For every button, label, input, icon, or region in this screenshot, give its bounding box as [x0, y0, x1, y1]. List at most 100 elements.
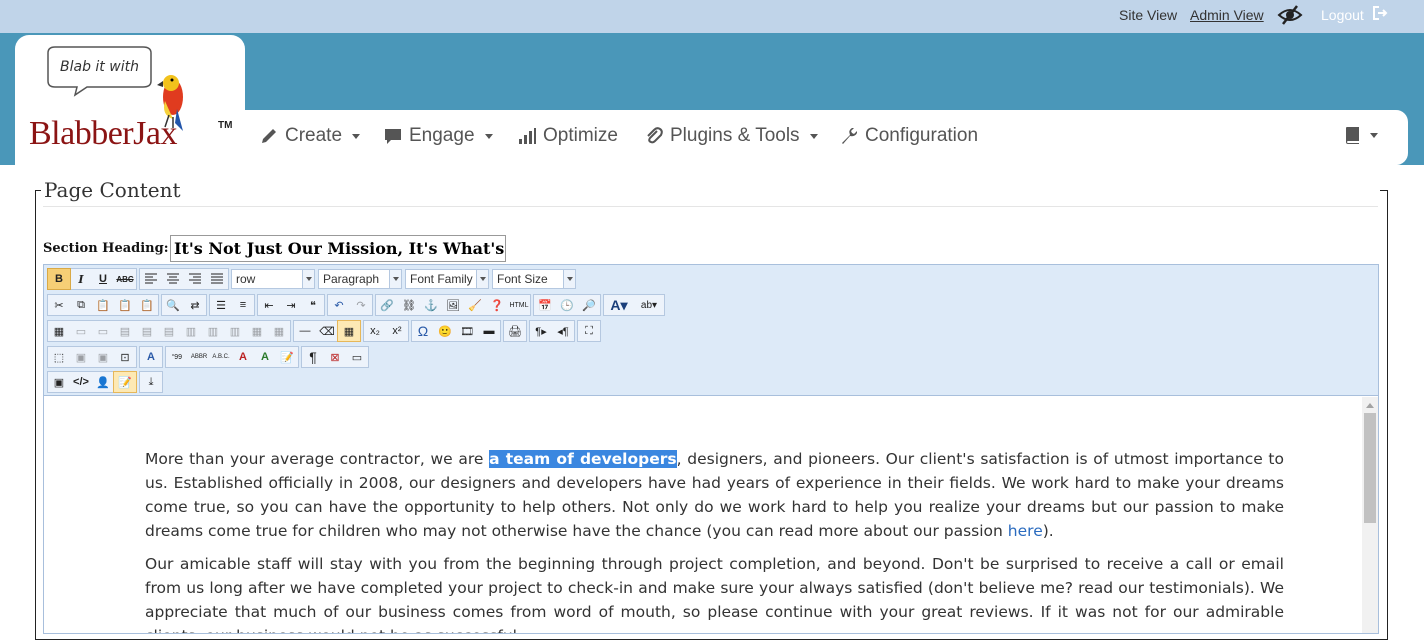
edit-icon[interactable]: 📝 [113, 371, 137, 393]
editor-scrollbar[interactable] [1362, 397, 1378, 633]
cell-props-icon[interactable]: ▭ [92, 321, 114, 341]
merge-cells-icon[interactable]: ▦ [268, 321, 290, 341]
paste-text-icon[interactable]: 📋 [114, 295, 136, 315]
move-backward-icon[interactable]: ▣ [92, 347, 114, 367]
docs-dropdown[interactable] [1344, 125, 1378, 145]
outdent-icon[interactable]: ⇤ [258, 295, 280, 315]
insert-row-before-icon[interactable]: ▤ [114, 321, 136, 341]
acronym-icon[interactable]: A.B.C. [210, 347, 232, 367]
insert-col-after-icon[interactable]: ▥ [202, 321, 224, 341]
absolute-position-icon[interactable]: ⊡ [114, 347, 136, 367]
rtl-icon[interactable]: ◂¶ [552, 321, 574, 341]
subscript-icon[interactable]: x₂ [364, 321, 386, 341]
eraser-icon[interactable]: ⌫ [316, 321, 338, 341]
logout-icon[interactable] [1372, 5, 1388, 21]
eye-slash-icon[interactable] [1277, 4, 1303, 26]
comment-icon [385, 129, 401, 144]
template-icon[interactable]: ▣ [48, 372, 70, 392]
cleanup-icon[interactable]: 🧹 [464, 295, 486, 315]
insert-time-icon[interactable]: 🕒 [556, 295, 578, 315]
bold-button[interactable]: B [47, 268, 71, 290]
link-icon[interactable]: 🔗 [376, 295, 398, 315]
align-center-icon[interactable] [162, 269, 184, 289]
format-select[interactable]: Paragraph [318, 269, 402, 289]
insert-col-before-icon[interactable]: ▥ [180, 321, 202, 341]
undo-icon[interactable]: ↶ [328, 295, 350, 315]
font-family-select[interactable]: Font Family [405, 269, 489, 289]
help-icon[interactable]: ❓ [486, 295, 508, 315]
site-view-link[interactable]: Site View [1119, 7, 1177, 23]
special-char-icon[interactable]: Ω [412, 321, 434, 341]
nav-optimize[interactable]: Optimize [517, 125, 618, 147]
add-user-icon[interactable]: 👤 [92, 372, 114, 392]
insert-date-icon[interactable]: 📅 [534, 295, 556, 315]
blockquote-icon[interactable]: ❝ [302, 295, 324, 315]
paste-icon[interactable]: 📋 [92, 295, 114, 315]
strikethrough-button[interactable]: ABC [114, 269, 136, 289]
html-icon[interactable]: HTML [508, 295, 530, 315]
insert-layer-icon[interactable]: ⬚ [48, 347, 70, 367]
deletion-icon[interactable]: A [232, 347, 254, 367]
font-size-select[interactable]: Font Size [492, 269, 576, 289]
scroll-thumb[interactable] [1364, 413, 1376, 523]
nonbreaking-icon[interactable]: ⊠ [324, 347, 346, 367]
bullet-list-icon[interactable]: ☰ [210, 295, 232, 315]
media-icon[interactable]: 🎞 [456, 321, 478, 341]
indent-icon[interactable]: ⇥ [280, 295, 302, 315]
download-icon[interactable]: ⤓ [140, 372, 162, 392]
insert-row-after-icon[interactable]: ▤ [136, 321, 158, 341]
scroll-up-icon[interactable] [1366, 403, 1374, 408]
highlight-color-icon[interactable]: ab▾ [634, 295, 664, 315]
editor-content-area[interactable]: More than your average contractor, we ar… [44, 397, 1362, 633]
superscript-icon[interactable]: x² [386, 321, 408, 341]
logo[interactable]: Blab it with BlabberJax TM [15, 35, 245, 165]
split-cells-icon[interactable]: ▦ [246, 321, 268, 341]
advanced-hr-icon[interactable]: ▬ [478, 321, 500, 341]
section-heading-input[interactable]: It's Not Just Our Mission, It's What's i… [170, 235, 506, 262]
align-justify-icon[interactable] [206, 269, 228, 289]
here-link[interactable]: here [1008, 522, 1043, 540]
unlink-icon[interactable]: ⛓ [398, 295, 420, 315]
text-color-icon[interactable]: A▾ [604, 295, 634, 315]
attributes-icon[interactable]: 📝 [276, 347, 298, 367]
italic-button[interactable]: I [70, 269, 92, 289]
align-left-icon[interactable] [140, 269, 162, 289]
nav-engage[interactable]: Engage [383, 125, 493, 147]
redo-icon[interactable]: ↷ [350, 295, 372, 315]
cite-icon[interactable]: “99 [166, 347, 188, 367]
delete-row-icon[interactable]: ▤ [158, 321, 180, 341]
copy-icon[interactable]: ⧉ [70, 295, 92, 315]
style-select[interactable]: row [231, 269, 315, 289]
move-forward-icon[interactable]: ▣ [70, 347, 92, 367]
nav-plugins[interactable]: Plugins & Tools [644, 125, 818, 147]
ltr-icon[interactable]: ¶▸ [530, 321, 552, 341]
fullscreen-icon[interactable]: ⛶ [578, 321, 600, 341]
styles-icon[interactable]: A [140, 347, 162, 367]
find-icon[interactable]: 🔍 [162, 295, 184, 315]
nav-configuration[interactable]: Configuration [839, 125, 978, 147]
print-icon[interactable]: 🖨 [504, 321, 526, 341]
show-blocks-icon[interactable]: ¶ [302, 347, 324, 367]
logout-link[interactable]: Logout [1321, 7, 1364, 23]
code-icon[interactable]: </> [70, 372, 92, 392]
image-icon[interactable]: 🖼 [442, 295, 464, 315]
row-props-icon[interactable]: ▭ [70, 321, 92, 341]
preview-icon[interactable]: 🔎 [578, 295, 600, 315]
horizontal-rule-icon[interactable]: — [294, 321, 316, 341]
cut-icon[interactable]: ✂ [48, 295, 70, 315]
underline-button[interactable]: U [92, 269, 114, 289]
visual-aid-icon[interactable]: ▦ [337, 320, 361, 342]
insertion-icon[interactable]: A [254, 347, 276, 367]
nav-create[interactable]: Create [259, 125, 361, 147]
replace-icon[interactable]: ⇄ [184, 295, 206, 315]
admin-view-link[interactable]: Admin View [1190, 7, 1264, 23]
table-icon[interactable]: ▦ [48, 321, 70, 341]
align-right-icon[interactable] [184, 269, 206, 289]
numbered-list-icon[interactable]: ≡ [232, 295, 254, 315]
abbr-icon[interactable]: ABBR [188, 347, 210, 367]
paste-word-icon[interactable]: 📋 [136, 295, 158, 315]
delete-col-icon[interactable]: ▥ [224, 321, 246, 341]
page-break-icon[interactable]: ▭ [346, 347, 368, 367]
anchor-icon[interactable]: ⚓ [420, 295, 442, 315]
emoticon-icon[interactable]: 🙂 [434, 321, 456, 341]
